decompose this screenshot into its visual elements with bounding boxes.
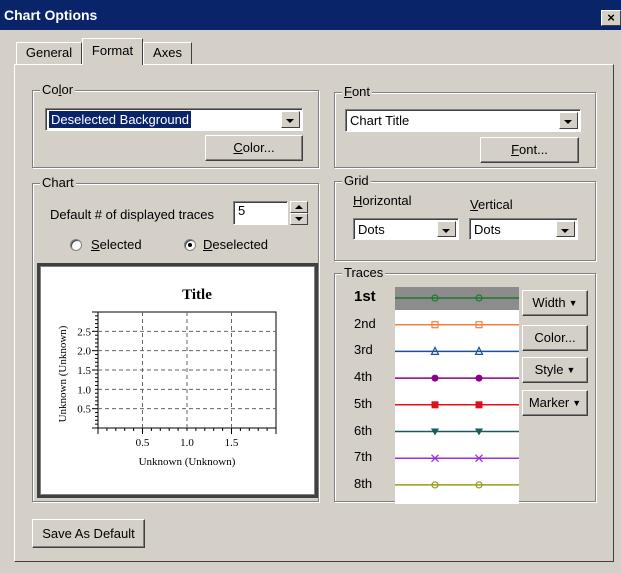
spin-up-button[interactable] bbox=[290, 201, 308, 213]
chart-preview: Title 0.5 1.0 1.5 0.5 1.0 1.5 2.0 2.5 Unknown (Un… bbox=[37, 263, 318, 498]
trace-label-8th[interactable]: 8th bbox=[354, 476, 372, 491]
trace-label-6th[interactable]: 6th bbox=[354, 423, 372, 438]
x-tick-label: 1.5 bbox=[225, 437, 239, 449]
font-element-value: Chart Title bbox=[350, 113, 410, 128]
trace-marker-circle-filled-icon bbox=[431, 374, 439, 382]
horizontal-grid-dropdown[interactable]: Dots bbox=[353, 218, 459, 240]
chevron-down-icon[interactable] bbox=[437, 221, 456, 237]
close-button[interactable]: × bbox=[601, 10, 621, 26]
y-axis-label: Unknown (Unknown) bbox=[57, 325, 69, 422]
triangle-up-icon bbox=[295, 205, 303, 209]
color-element-dropdown[interactable]: Deselected Background bbox=[45, 108, 303, 131]
x-tick-label: 1.0 bbox=[180, 437, 194, 449]
triangle-down-icon bbox=[295, 217, 303, 221]
grid-group-legend: Grid bbox=[342, 173, 371, 188]
chevron-down-icon[interactable] bbox=[281, 111, 300, 128]
displayed-traces-label: Default # of displayed traces bbox=[50, 207, 215, 222]
trace-color-button[interactable]: Color... bbox=[522, 325, 588, 351]
radio-deselected[interactable]: Deselected bbox=[184, 237, 284, 253]
chart-title: Title bbox=[182, 287, 212, 303]
chart-preview-plot: Title 0.5 1.0 1.5 0.5 1.0 1.5 2.0 2.5 Unknown (Un… bbox=[57, 287, 277, 468]
y-tick-label: 2.5 bbox=[77, 326, 91, 338]
spin-down-button[interactable] bbox=[290, 213, 308, 225]
vertical-grid-value: Dots bbox=[474, 222, 501, 237]
horizontal-label: Horizontal bbox=[353, 193, 412, 208]
width-button[interactable]: Width ▼ bbox=[522, 290, 588, 316]
color-element-value: Deselected Background bbox=[49, 111, 192, 128]
marker-button[interactable]: Marker ▼ bbox=[522, 390, 588, 416]
trace-label-1st[interactable]: 1st bbox=[354, 288, 376, 305]
y-tick-label: 2.0 bbox=[77, 346, 91, 358]
radio-selected[interactable]: Selected bbox=[70, 237, 160, 253]
trace-swatches[interactable] bbox=[395, 287, 519, 504]
style-button[interactable]: Style ▼ bbox=[522, 357, 588, 383]
trace-label-2nd[interactable]: 2nd bbox=[354, 316, 376, 331]
font-button[interactable]: Font... bbox=[480, 137, 579, 163]
horizontal-grid-value: Dots bbox=[358, 222, 385, 237]
vertical-label: Vertical bbox=[470, 197, 513, 212]
chart-group-legend: Chart bbox=[40, 175, 76, 190]
y-tick-label: 1.0 bbox=[77, 384, 91, 396]
trace-label-7th[interactable]: 7th bbox=[354, 449, 372, 464]
caret-down-icon: ▼ bbox=[572, 398, 582, 408]
font-group-legend: Font bbox=[342, 84, 373, 99]
trace-marker-square-filled-icon bbox=[431, 401, 439, 409]
trace-marker-square-filled-icon bbox=[475, 401, 483, 409]
caret-down-icon: ▼ bbox=[568, 298, 578, 308]
y-tick-label: 1.5 bbox=[77, 365, 91, 377]
traces-group-legend: Traces bbox=[342, 265, 386, 280]
radio-circle-icon bbox=[70, 239, 82, 251]
save-as-default-button[interactable]: Save As Default bbox=[32, 519, 145, 548]
font-element-dropdown[interactable]: Chart Title bbox=[345, 109, 581, 132]
x-tick-label: 0.5 bbox=[136, 437, 150, 449]
window-title: Chart Options bbox=[4, 7, 98, 23]
color-button[interactable]: Color... bbox=[205, 135, 303, 161]
tab-general[interactable]: General bbox=[16, 42, 82, 64]
tab-axes[interactable]: Axes bbox=[143, 42, 192, 64]
radio-circle-icon bbox=[184, 239, 196, 251]
color-group-legend: Color bbox=[40, 82, 76, 97]
chevron-down-icon[interactable] bbox=[559, 112, 578, 129]
trace-label-4th[interactable]: 4th bbox=[354, 369, 372, 384]
x-axis-label: Unknown (Unknown) bbox=[139, 456, 236, 468]
caret-down-icon: ▼ bbox=[566, 365, 576, 375]
trace-label-5th[interactable]: 5th bbox=[354, 396, 372, 411]
chevron-down-icon[interactable] bbox=[556, 221, 575, 237]
vertical-grid-dropdown[interactable]: Dots bbox=[469, 218, 578, 240]
trace-marker-circle-filled-icon bbox=[475, 374, 483, 382]
y-tick-label: 0.5 bbox=[77, 404, 91, 416]
trace-label-3rd[interactable]: 3rd bbox=[354, 342, 373, 357]
tab-format[interactable]: Format bbox=[82, 38, 143, 65]
displayed-traces-input[interactable]: 5 bbox=[233, 201, 288, 225]
